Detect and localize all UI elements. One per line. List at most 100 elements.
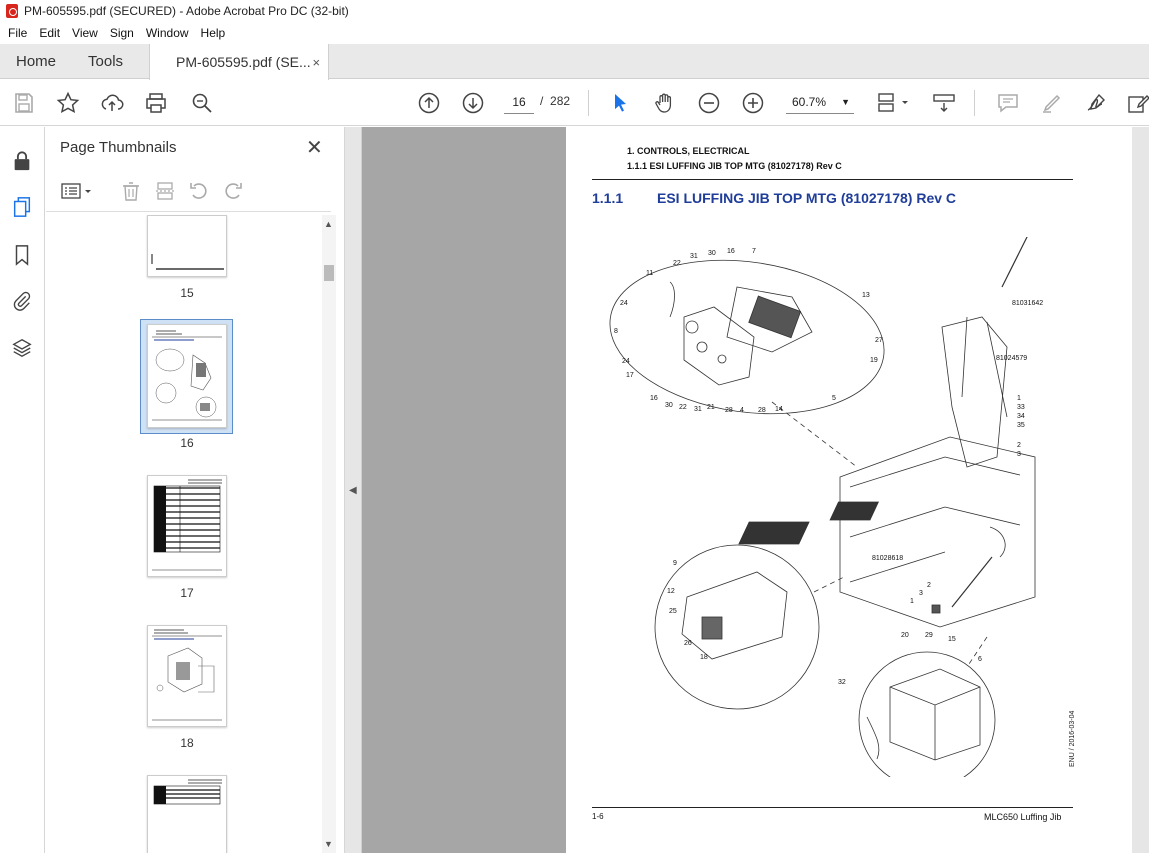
menu-sign[interactable]: Sign: [110, 26, 140, 40]
section-title: ESI LUFFING JIB TOP MTG (81027178) Rev C: [657, 190, 957, 206]
svg-text:16: 16: [650, 395, 658, 402]
zoom-level-select[interactable]: 60.7% ▼: [786, 90, 854, 114]
svg-text:19: 19: [870, 357, 878, 364]
svg-text:3: 3: [919, 590, 923, 597]
svg-text:8: 8: [614, 328, 618, 335]
svg-text:4: 4: [740, 407, 744, 414]
svg-text:9: 9: [673, 560, 677, 567]
tab-document[interactable]: PM-605595.pdf (SE... ×: [149, 44, 330, 80]
document-scrollbar[interactable]: [1132, 127, 1149, 853]
rotate-left-icon[interactable]: [188, 180, 210, 202]
save-icon[interactable]: [12, 91, 36, 115]
print-icon[interactable]: [144, 91, 168, 115]
svg-text:30: 30: [665, 402, 673, 409]
thumbnail-page-19[interactable]: [147, 775, 227, 853]
svg-text:7: 7: [752, 248, 756, 255]
menu-window[interactable]: Window: [146, 26, 195, 40]
svg-text:30: 30: [708, 250, 716, 257]
thumbnail-page-16[interactable]: [147, 324, 227, 428]
zoom-search-icon[interactable]: [190, 91, 214, 115]
chevron-left-icon[interactable]: ◀: [349, 485, 357, 496]
highlight-icon[interactable]: [1040, 91, 1064, 115]
title-bar: PM-605595.pdf (SECURED) - Adobe Acrobat …: [0, 0, 1149, 22]
zoom-level-value: 60.7%: [792, 95, 827, 109]
pages-icon[interactable]: [10, 195, 34, 219]
lock-icon[interactable]: [10, 149, 34, 173]
svg-text:16: 16: [727, 248, 735, 255]
svg-text:81024579: 81024579: [996, 355, 1027, 362]
tab-home[interactable]: Home: [0, 44, 72, 78]
page-fit-icon[interactable]: [876, 91, 912, 115]
pdf-page: 1. CONTROLS, ELECTRICAL 1.1.1 ESI LUFFIN…: [566, 127, 1132, 853]
header-rule: [592, 179, 1073, 180]
svg-text:6: 6: [978, 656, 982, 663]
svg-text:13: 13: [862, 292, 870, 299]
thumbnail-page-17[interactable]: [147, 475, 227, 577]
select-arrow-icon[interactable]: [608, 91, 632, 115]
bookmark-icon[interactable]: [10, 243, 34, 267]
menu-file[interactable]: File: [8, 26, 33, 40]
footer-title: MLC650 Luffing Jib: [984, 812, 1062, 822]
section-number: 1.1.1: [592, 190, 624, 206]
options-menu-icon[interactable]: [60, 180, 94, 202]
svg-text:28: 28: [725, 407, 733, 414]
scroll-down-icon[interactable]: ▼: [324, 839, 333, 849]
svg-text:24: 24: [620, 300, 628, 307]
scroll-mode-icon[interactable]: [932, 91, 956, 115]
page-count-label: / 282: [540, 94, 571, 108]
svg-text:81028618: 81028618: [872, 555, 903, 562]
upload-icon[interactable]: [100, 91, 124, 115]
svg-text:1: 1: [1017, 395, 1021, 402]
svg-text:31: 31: [694, 406, 702, 413]
scrollbar-thumb[interactable]: [324, 265, 334, 281]
hand-icon[interactable]: [653, 91, 677, 115]
svg-text:20: 20: [901, 632, 909, 639]
star-icon[interactable]: [56, 91, 80, 115]
chevron-down-icon: ▼: [841, 97, 850, 107]
page-header-section: 1.1.1 ESI LUFFING JIB TOP MTG (81027178)…: [627, 161, 842, 171]
close-icon[interactable]: ✕: [306, 135, 323, 160]
left-rail: [0, 127, 45, 853]
comment-icon[interactable]: [996, 91, 1020, 115]
window-title: PM-605595.pdf (SECURED) - Adobe Acrobat …: [24, 4, 349, 18]
thumbnail-page-15[interactable]: [147, 215, 227, 277]
tab-tools[interactable]: Tools: [72, 44, 139, 78]
thumbnail-page-18[interactable]: [147, 625, 227, 727]
thumbnails-panel: Page Thumbnails ✕ 15 16 17 18 ▲ ▼: [46, 127, 345, 853]
page-number-input[interactable]: 16: [504, 90, 534, 114]
document-view[interactable]: 1. CONTROLS, ELECTRICAL 1.1.1 ESI LUFFIN…: [362, 127, 1149, 853]
svg-text:11: 11: [646, 270, 653, 277]
delete-icon[interactable]: [120, 180, 142, 202]
tab-close-icon[interactable]: ×: [312, 55, 320, 70]
scroll-up-icon[interactable]: ▲: [324, 219, 333, 229]
svg-text:22: 22: [673, 260, 681, 267]
page-header-chapter: 1. CONTROLS, ELECTRICAL: [627, 146, 750, 156]
layers-icon[interactable]: [10, 336, 34, 360]
menu-view[interactable]: View: [72, 26, 104, 40]
page-down-icon[interactable]: [461, 91, 485, 115]
sign-icon[interactable]: [1084, 91, 1108, 115]
svg-text:24: 24: [622, 358, 630, 365]
thumbnail-label-18: 18: [180, 736, 194, 750]
panel-collapse-handle[interactable]: ◀: [345, 127, 362, 853]
svg-text:29: 29: [925, 632, 933, 639]
zoom-in-icon[interactable]: [741, 91, 765, 115]
menu-help[interactable]: Help: [201, 26, 232, 40]
rotate-right-icon[interactable]: [222, 180, 244, 202]
thumbnail-list: 15 16 17 18: [46, 215, 322, 853]
parts-diagram: 71630 312211 24824 171630 22 31 21 28 4 28 1…: [609, 237, 1043, 777]
edit-icon[interactable]: [1126, 91, 1149, 115]
thumbnail-scrollbar[interactable]: ▲ ▼: [322, 215, 336, 853]
svg-text:34: 34: [1017, 413, 1025, 420]
extract-icon[interactable]: [154, 180, 176, 202]
svg-text:18: 18: [700, 654, 708, 661]
thumbnail-label-16: 16: [180, 436, 194, 450]
svg-text:21: 21: [707, 404, 715, 411]
menu-edit[interactable]: Edit: [39, 26, 66, 40]
attachment-icon[interactable]: [10, 289, 34, 313]
svg-text:2: 2: [927, 582, 931, 589]
page-up-icon[interactable]: [417, 91, 441, 115]
svg-text:1: 1: [910, 598, 914, 605]
document-side-code: ENU / 2016-03-04: [1069, 710, 1076, 767]
zoom-out-icon[interactable]: [697, 91, 721, 115]
